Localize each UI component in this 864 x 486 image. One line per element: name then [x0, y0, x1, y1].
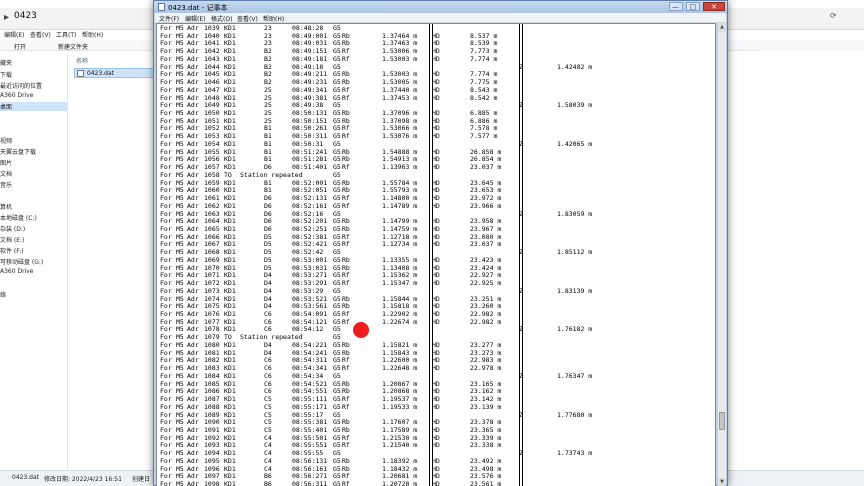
text-editor[interactable]: For M5 Adr 1039 KD1 23 08:48:28 G5 For M5 Adr 1040 K…	[156, 23, 716, 486]
menu-edit[interactable]: 编辑(E)	[4, 30, 24, 39]
text-field: 1098	[204, 480, 220, 486]
notepad-titlebar[interactable]: 0423.dat - 记事本 — □ ✕	[154, 1, 727, 13]
scroll-down-icon[interactable]: ▼	[718, 478, 726, 486]
nav-favorites[interactable]: 藏夹	[0, 58, 12, 67]
nav-drive-e[interactable]: 文档 (E:)	[0, 235, 24, 244]
menu-file[interactable]: 文件(F)	[159, 14, 179, 23]
text-field: M5	[176, 480, 184, 486]
address-path: 0423	[14, 11, 37, 21]
nav-network[interactable]: 络	[0, 290, 6, 299]
nav-downloads[interactable]: 下载	[0, 70, 12, 79]
maximize-button[interactable]: □	[685, 2, 700, 11]
file-icon	[77, 70, 84, 77]
nav-cloud-downloads[interactable]: 天翼云盘下载	[0, 147, 36, 156]
nav-drive-g[interactable]: 可移动磁盘 (G:)	[0, 257, 43, 266]
menu-view[interactable]: 查看(V)	[237, 14, 258, 23]
minimize-button[interactable]: —	[668, 2, 683, 11]
text-field: G5	[333, 480, 341, 486]
menu-view[interactable]: 查看(V)	[30, 30, 51, 39]
navigation-pane: 藏夹 下载 最近访问的位置 A360 Drive 桌面 视频 天翼云盘下载 图片…	[0, 54, 68, 470]
nav-recent[interactable]: 最近访问的位置	[0, 81, 42, 90]
file-name: 0423.dat	[87, 70, 115, 77]
nav-desktop[interactable]: 桌面	[0, 102, 67, 111]
nav-drive-d[interactable]: 杂装 (D:)	[0, 224, 25, 233]
text-field: HD	[432, 480, 440, 486]
text-field: B6	[264, 480, 272, 486]
file-item[interactable]: 0423.dat	[74, 68, 154, 78]
text-field: Rf	[342, 480, 350, 486]
vertical-scrollbar[interactable]: ▲ ▼	[717, 23, 726, 486]
nav-computer[interactable]: 算机	[0, 202, 12, 211]
menu-tools[interactable]: 工具(T)	[56, 30, 76, 39]
new-folder-button[interactable]: 新建文件夹	[58, 42, 88, 51]
open-button[interactable]: 打开	[14, 42, 26, 51]
nav-pictures[interactable]: 图片	[0, 158, 12, 167]
menu-edit[interactable]: 编辑(E)	[185, 14, 205, 23]
window-title: 0423.dat - 记事本	[168, 4, 228, 12]
file-list: 名称 0423.dat	[70, 52, 158, 472]
cursor-highlight-dot	[353, 322, 369, 338]
text-field: 08:56:311	[292, 480, 328, 486]
text-field: Adr	[187, 480, 199, 486]
nav-documents[interactable]: 文档	[0, 169, 12, 178]
window-controls: — □ ✕	[668, 2, 725, 12]
notepad-menubar: 文件(F) 编辑(E) 格式(O) 查看(V) 帮助(H)	[155, 13, 726, 23]
toolbar-right	[760, 40, 864, 51]
refresh-icon[interactable]: ⟳	[830, 11, 837, 20]
column-name-header[interactable]: 名称	[76, 56, 88, 65]
menu-help[interactable]: 帮助(H)	[263, 14, 284, 23]
nav-videos[interactable]: 视频	[0, 136, 12, 145]
notepad-icon	[158, 3, 165, 11]
menu-help[interactable]: 帮助(H)	[82, 30, 103, 39]
status-created: 创建日	[132, 476, 151, 483]
text-field: 1.20720 m	[382, 480, 418, 486]
close-button[interactable]: ✕	[703, 2, 725, 11]
menu-format[interactable]: 格式(O)	[211, 14, 232, 23]
text-field: 23.561 m	[470, 480, 502, 486]
text-line: For M5 Adr 1098 KD1 B6 08:56:311 G5 Rf 1.20720 m H…	[160, 480, 715, 486]
chevron-right-icon: ▸	[4, 12, 10, 23]
nav-a360[interactable]: A360 Drive	[0, 92, 33, 99]
text-field: KD1	[224, 480, 236, 486]
scroll-thumb[interactable]	[719, 412, 725, 430]
status-file-name: 0423.dat	[12, 474, 40, 481]
status-modified: 修改日期: 2022/4/23 16:51	[44, 476, 122, 483]
notepad-window: 0423.dat - 记事本 — □ ✕ 文件(F) 编辑(E) 格式(O) 查…	[153, 0, 728, 486]
scroll-up-icon[interactable]: ▲	[718, 23, 726, 32]
nav-drive-c[interactable]: 本地磁盘 (C:)	[0, 213, 37, 222]
text-field: For	[160, 480, 172, 486]
nav-drive-f[interactable]: 软件 (F:)	[0, 246, 24, 255]
nav-a360-drive[interactable]: A360 Drive	[0, 268, 33, 275]
nav-music[interactable]: 音乐	[0, 180, 12, 189]
